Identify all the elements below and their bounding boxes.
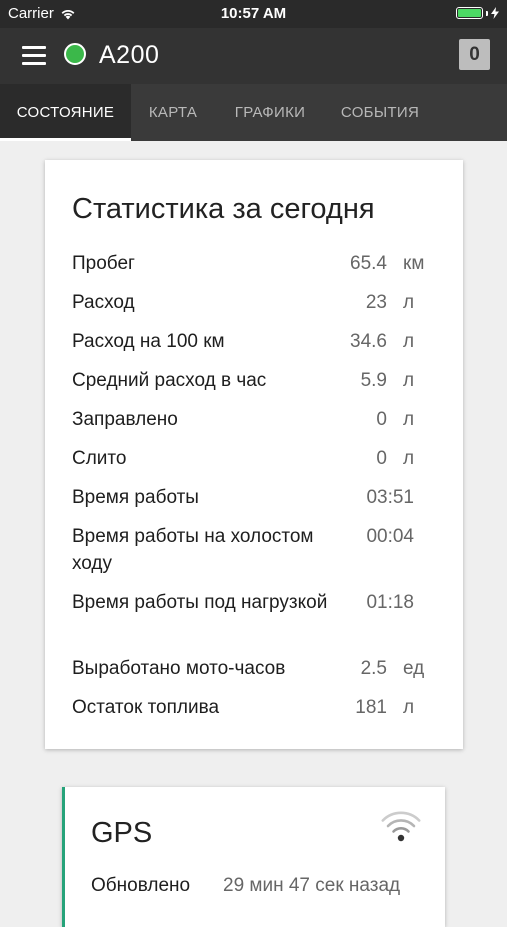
stat-unit: л xyxy=(403,331,415,352)
stat-value: 34.6 xyxy=(350,331,387,352)
app-bar: A200 0 xyxy=(0,28,507,84)
stat-label: Время работы под нагрузкой xyxy=(72,592,328,613)
stat-value: 65.4 xyxy=(350,253,387,274)
stat-unit: л xyxy=(403,370,415,391)
stat-unit: км xyxy=(403,253,425,274)
stat-value: 23 xyxy=(365,292,387,313)
charging-bolt-icon xyxy=(491,7,499,19)
gps-signal-icon xyxy=(381,811,421,842)
card-title: Статистика за сегодня xyxy=(72,193,375,225)
stat-value: 01:18 xyxy=(366,592,414,613)
stat-value: 00:04 xyxy=(366,526,414,547)
stat-label: Пробег xyxy=(72,253,135,274)
status-bar: Carrier 10:57 AM xyxy=(0,0,507,28)
stat-value: 181 xyxy=(355,697,387,718)
tab-status[interactable]: СОСТОЯНИЕ xyxy=(0,84,131,141)
notification-counter[interactable]: 0 xyxy=(459,39,490,70)
stat-value: 03:51 xyxy=(366,487,414,508)
stat-label: Остаток топлива xyxy=(72,697,220,718)
stat-value: 2.5 xyxy=(360,658,387,679)
stat-unit: л xyxy=(403,448,415,469)
stat-label: Расход xyxy=(72,292,135,313)
stat-label: Заправлено xyxy=(72,409,178,430)
stat-value: 0 xyxy=(376,409,387,430)
stat-unit: ед xyxy=(403,658,425,679)
hamburger-menu-icon[interactable] xyxy=(22,46,46,66)
stat-unit: л xyxy=(403,697,415,718)
gps-updated-label: Обновлено xyxy=(91,875,191,896)
stat-label: Время работы xyxy=(72,487,199,508)
gps-title: GPS xyxy=(91,817,153,849)
stat-label: Выработано мото-часов xyxy=(72,658,286,679)
tab-map[interactable]: КАРТА xyxy=(131,84,215,141)
stat-unit: л xyxy=(403,292,415,313)
vehicle-title[interactable]: A200 xyxy=(99,41,159,70)
tab-events[interactable]: СОБЫТИЯ xyxy=(325,84,435,141)
online-status-indicator xyxy=(64,43,86,65)
stat-label: Средний расход в час xyxy=(72,370,267,391)
gps-card: GPS Обновлено 29 мин 47 сек назад xyxy=(62,787,445,927)
battery-icon xyxy=(456,7,499,19)
tab-charts[interactable]: ГРАФИКИ xyxy=(215,84,325,141)
stat-value: 0 xyxy=(376,448,387,469)
stat-value: 5.9 xyxy=(360,370,387,391)
stat-label: Время работы на холостом ходу xyxy=(72,526,314,574)
today-stats-card: Статистика за сегодня Пробег 65.4 км Рас… xyxy=(45,160,463,749)
tab-bar: СОСТОЯНИЕ КАРТА ГРАФИКИ СОБЫТИЯ xyxy=(0,84,507,141)
stat-unit: л xyxy=(403,409,415,430)
stat-label: Слито xyxy=(72,448,127,469)
stat-label: Расход на 100 км xyxy=(72,331,225,352)
gps-updated-value: 29 мин 47 сек назад xyxy=(223,875,401,896)
clock: 10:57 AM xyxy=(220,5,287,22)
